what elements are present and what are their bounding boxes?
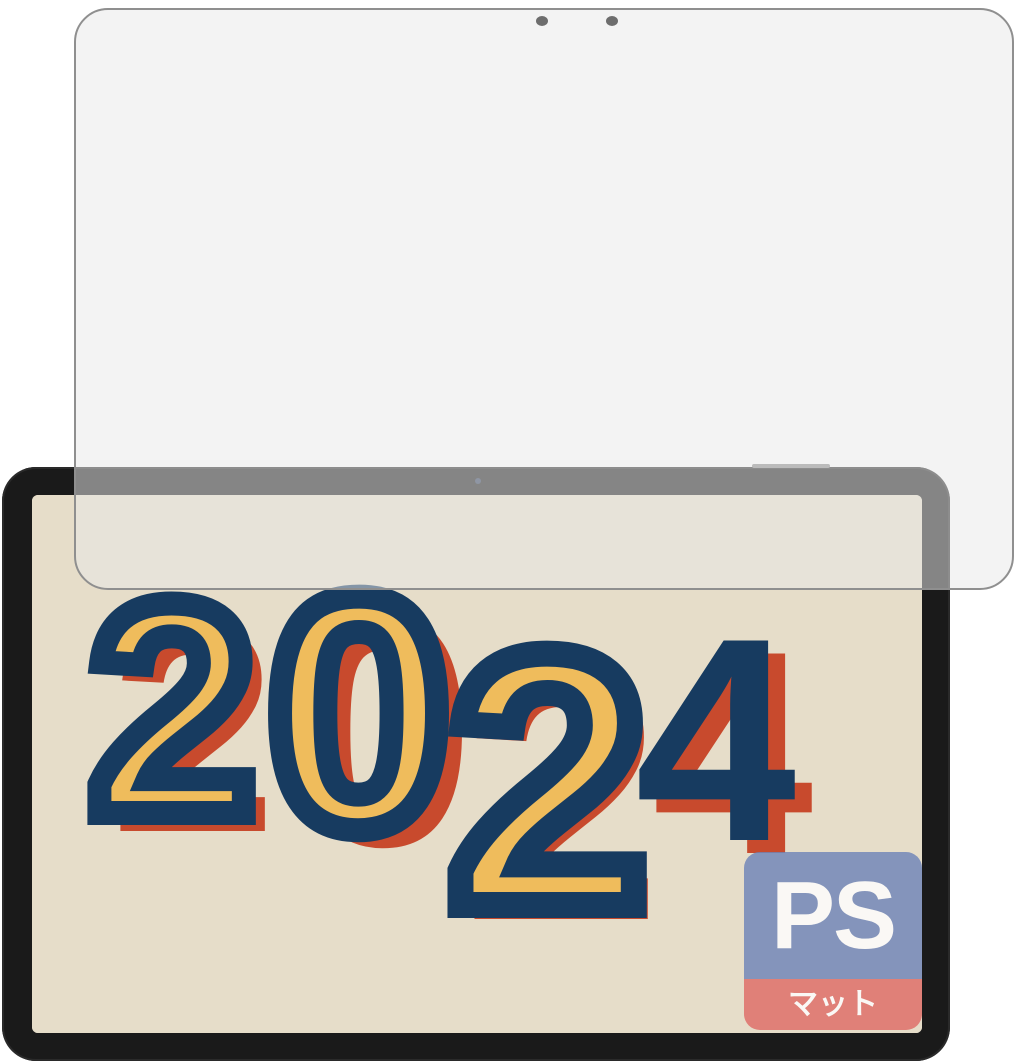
digit-2-left-outline: 2 <box>89 541 256 877</box>
digit-2-left: 2 2 2 <box>77 529 277 895</box>
badge-sub-text: マット <box>788 986 878 1022</box>
film-hole-icon <box>606 16 618 26</box>
screen-protector-film <box>74 8 1014 590</box>
ps-matte-badge: PS マット <box>744 852 922 1030</box>
badge-bottom: マット <box>744 979 922 1030</box>
digit-2-right-outline: 2 <box>448 580 648 982</box>
badge-main-text: PS <box>770 861 897 969</box>
badge-top: PS <box>744 852 922 979</box>
digit-2-right: 2 2 2 <box>435 567 662 996</box>
film-hole-icon <box>536 16 548 26</box>
